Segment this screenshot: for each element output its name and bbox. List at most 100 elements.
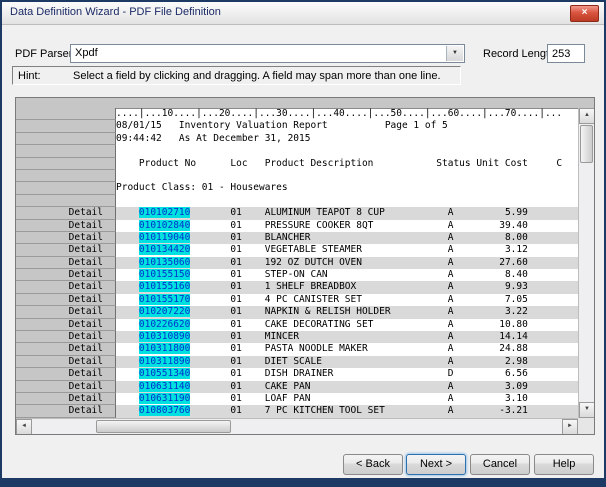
record-type-cell[interactable] bbox=[16, 145, 116, 157]
preview-row[interactable]: Detail 010135060 01 192 OZ DUTCH OVEN A … bbox=[16, 257, 578, 269]
preview-line[interactable]: 010311890 01 DIET SCALE A 2.98 bbox=[116, 356, 578, 368]
preview-line[interactable]: 010631140 01 CAKE PAN A 3.09 bbox=[116, 381, 578, 393]
preview-line[interactable]: 010135060 01 192 OZ DUTCH OVEN A 27.60 bbox=[116, 257, 578, 269]
record-type-cell[interactable]: Detail bbox=[16, 405, 116, 417]
record-type-cell[interactable]: Detail bbox=[16, 281, 116, 293]
preview-row[interactable]: Product Class: 01 - Housewares bbox=[16, 182, 578, 194]
preview-row[interactable]: Detail 010155160 01 1 SHELF BREADBOX A 9… bbox=[16, 281, 578, 293]
preview-row[interactable]: Detail 010102840 01 PRESSURE COOKER 8QT … bbox=[16, 220, 578, 232]
preview-line[interactable]: 010102710 01 ALUMINUM TEAPOT 8 CUP A 5.9… bbox=[116, 207, 578, 219]
record-type-cell[interactable]: Detail bbox=[16, 232, 116, 244]
product-no-highlight[interactable]: 010310890 bbox=[139, 331, 190, 342]
preview-line[interactable]: 010551340 01 DISH DRAINER D 6.56 bbox=[116, 368, 578, 380]
record-type-cell[interactable]: Detail bbox=[16, 381, 116, 393]
horizontal-scrollbar[interactable]: ◄ ► bbox=[16, 418, 578, 434]
preview-line[interactable]: 010207220 01 NAPKIN & RELISH HOLDER A 3.… bbox=[116, 306, 578, 318]
product-no-highlight[interactable]: 010551340 bbox=[139, 368, 190, 379]
preview-line[interactable]: 010134420 01 VEGETABLE STEAMER A 3.12 bbox=[116, 244, 578, 256]
preview-line[interactable]: 08/01/15 Inventory Valuation Report Page… bbox=[116, 120, 578, 132]
preview-line[interactable]: 09:44:42 As At December 31, 2015 bbox=[116, 133, 578, 145]
preview-line[interactable] bbox=[116, 195, 578, 207]
product-no-highlight[interactable]: 010155150 bbox=[139, 269, 190, 280]
horizontal-scrollbar-thumb[interactable] bbox=[96, 420, 231, 433]
preview-line[interactable]: Product No Loc Product Description Statu… bbox=[116, 158, 578, 170]
product-no-highlight[interactable]: 010631140 bbox=[139, 381, 190, 392]
vertical-scrollbar-thumb[interactable] bbox=[580, 125, 593, 163]
preview-row[interactable] bbox=[16, 195, 578, 207]
record-type-cell[interactable]: Detail bbox=[16, 331, 116, 343]
preview-line[interactable] bbox=[116, 145, 578, 157]
preview-line[interactable] bbox=[116, 170, 578, 182]
close-button[interactable]: × bbox=[570, 5, 599, 22]
record-type-cell[interactable]: Detail bbox=[16, 356, 116, 368]
record-type-cell[interactable]: Detail bbox=[16, 319, 116, 331]
product-no-highlight[interactable]: 010135060 bbox=[139, 257, 190, 268]
preview-line[interactable]: 010102840 01 PRESSURE COOKER 8QT A 39.40 bbox=[116, 220, 578, 232]
vertical-scrollbar[interactable]: ▲ ▼ bbox=[578, 108, 594, 418]
record-type-cell[interactable] bbox=[16, 182, 116, 194]
preview-row[interactable]: Detail 010134420 01 VEGETABLE STEAMER A … bbox=[16, 244, 578, 256]
preview-line[interactable]: Product Class: 01 - Housewares bbox=[116, 182, 578, 194]
preview-body[interactable]: ....|...10....|...20....|...30....|...40… bbox=[16, 108, 578, 418]
scroll-left-button[interactable]: ◄ bbox=[16, 419, 32, 435]
preview-row[interactable]: Detail 010311890 01 DIET SCALE A 2.98 bbox=[16, 356, 578, 368]
record-type-cell[interactable]: Detail bbox=[16, 257, 116, 269]
back-button[interactable]: < Back bbox=[343, 454, 403, 475]
preview-line[interactable]: 010803760 01 7 PC KITCHEN TOOL SET A -3.… bbox=[116, 405, 578, 417]
record-type-cell[interactable]: Detail bbox=[16, 269, 116, 281]
preview-row[interactable]: ....|...10....|...20....|...30....|...40… bbox=[16, 108, 578, 120]
preview-line[interactable]: 010155170 01 4 PC CANISTER SET A 7.05 bbox=[116, 294, 578, 306]
preview-row[interactable]: 09:44:42 As At December 31, 2015 bbox=[16, 133, 578, 145]
preview-row[interactable]: Detail 010226620 01 CAKE DECORATING SET … bbox=[16, 319, 578, 331]
record-type-cell[interactable] bbox=[16, 158, 116, 170]
preview-row[interactable] bbox=[16, 170, 578, 182]
help-button[interactable]: Help bbox=[534, 454, 594, 475]
preview-line[interactable]: 010226620 01 CAKE DECORATING SET A 10.80 bbox=[116, 319, 578, 331]
cancel-button[interactable]: Cancel bbox=[470, 454, 530, 475]
preview-row[interactable]: Detail 010102710 01 ALUMINUM TEAPOT 8 CU… bbox=[16, 207, 578, 219]
record-type-cell[interactable]: Detail bbox=[16, 368, 116, 380]
record-length-input[interactable] bbox=[547, 44, 585, 63]
preview-row[interactable]: Detail 010119040 01 BLANCHER A 8.00 bbox=[16, 232, 578, 244]
preview-row[interactable]: Detail 010803760 01 7 PC KITCHEN TOOL SE… bbox=[16, 405, 578, 417]
product-no-highlight[interactable]: 010119040 bbox=[139, 232, 190, 243]
preview-row[interactable]: Detail 010631190 01 LOAF PAN A 3.10 bbox=[16, 393, 578, 405]
record-type-cell[interactable]: Detail bbox=[16, 343, 116, 355]
scroll-up-button[interactable]: ▲ bbox=[579, 108, 595, 124]
record-type-cell[interactable]: Detail bbox=[16, 244, 116, 256]
product-no-highlight[interactable]: 010226620 bbox=[139, 319, 190, 330]
preview-row[interactable]: Product No Loc Product Description Statu… bbox=[16, 158, 578, 170]
preview-row[interactable]: Detail 010631140 01 CAKE PAN A 3.09 bbox=[16, 381, 578, 393]
product-no-highlight[interactable]: 010155170 bbox=[139, 294, 190, 305]
preview-row[interactable]: Detail 010155150 01 STEP-ON CAN A 8.40 bbox=[16, 269, 578, 281]
preview-line[interactable]: 010311800 01 PASTA NOODLE MAKER A 24.88 bbox=[116, 343, 578, 355]
product-no-highlight[interactable]: 010803760 bbox=[139, 405, 190, 416]
record-type-cell[interactable] bbox=[16, 195, 116, 207]
product-no-highlight[interactable]: 010311800 bbox=[139, 343, 190, 354]
record-type-cell[interactable] bbox=[16, 120, 116, 132]
product-no-highlight[interactable]: 010311890 bbox=[139, 356, 190, 367]
record-type-cell[interactable]: Detail bbox=[16, 294, 116, 306]
preview-line[interactable]: ....|...10....|...20....|...30....|...40… bbox=[116, 108, 578, 120]
preview-line[interactable]: 010155160 01 1 SHELF BREADBOX A 9.93 bbox=[116, 281, 578, 293]
product-no-highlight[interactable]: 010102840 bbox=[139, 220, 190, 231]
preview-line[interactable]: 010119040 01 BLANCHER A 8.00 bbox=[116, 232, 578, 244]
record-type-cell[interactable]: Detail bbox=[16, 393, 116, 405]
scroll-down-button[interactable]: ▼ bbox=[579, 402, 595, 418]
product-no-highlight[interactable]: 010631190 bbox=[139, 393, 190, 404]
product-no-highlight[interactable]: 010134420 bbox=[139, 244, 190, 255]
record-type-cell[interactable]: Detail bbox=[16, 207, 116, 219]
preview-row[interactable]: Detail 010310890 01 MINCER A 14.14 bbox=[16, 331, 578, 343]
preview-row[interactable]: Detail 010551340 01 DISH DRAINER D 6.56 bbox=[16, 368, 578, 380]
pdf-preview-panel[interactable]: ....|...10....|...20....|...30....|...40… bbox=[15, 97, 595, 435]
product-no-highlight[interactable]: 010207220 bbox=[139, 306, 190, 317]
record-type-cell[interactable] bbox=[16, 108, 116, 120]
preview-row[interactable]: 08/01/15 Inventory Valuation Report Page… bbox=[16, 120, 578, 132]
chevron-down-icon[interactable]: ▼ bbox=[446, 46, 463, 61]
product-no-highlight[interactable]: 010155160 bbox=[139, 281, 190, 292]
preview-line[interactable]: 010155150 01 STEP-ON CAN A 8.40 bbox=[116, 269, 578, 281]
preview-row[interactable]: Detail 010311800 01 PASTA NOODLE MAKER A… bbox=[16, 343, 578, 355]
pdf-parser-select[interactable]: Xpdf ▼ bbox=[70, 44, 465, 63]
record-type-cell[interactable]: Detail bbox=[16, 306, 116, 318]
preview-row[interactable]: Detail 010207220 01 NAPKIN & RELISH HOLD… bbox=[16, 306, 578, 318]
